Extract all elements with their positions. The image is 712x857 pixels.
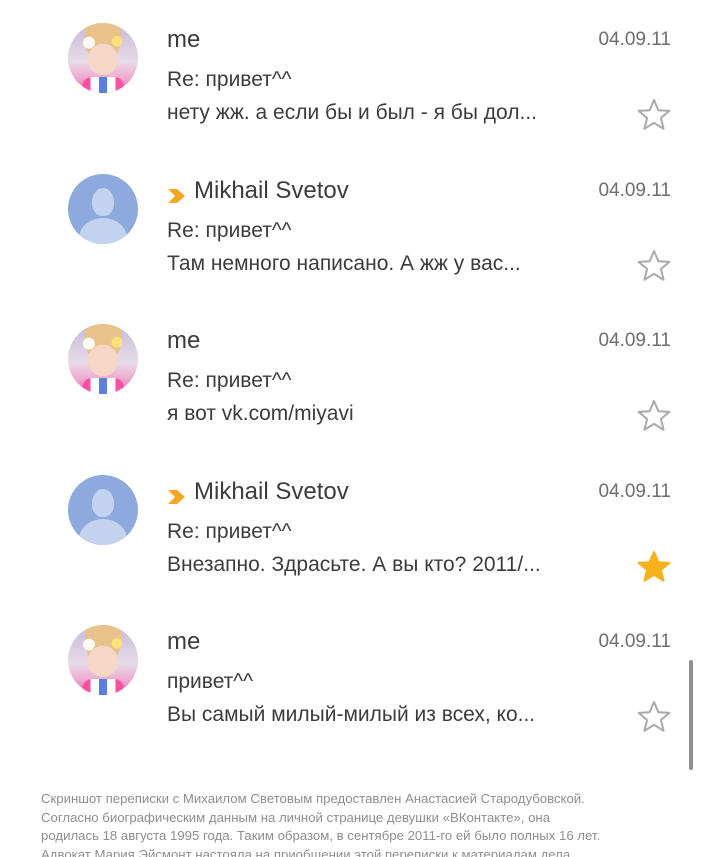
avatar-photo-detail [82, 378, 124, 394]
message-row[interactable]: Mikhail Svetov 04.09.11 Re: привет^^ Внезап… [0, 452, 712, 602]
star-filled-icon[interactable] [637, 550, 671, 584]
message-preview: Вы самый милый-милый из всех, ко... [167, 703, 536, 726]
sender-name: Mikhail Svetov [167, 478, 349, 506]
message-date: 04.09.11 [598, 180, 671, 201]
person-head-icon [92, 188, 114, 216]
message-preview: Внезапно. Здрасьте. А вы кто? 2011/... [167, 553, 541, 576]
avatar [68, 324, 138, 394]
star-outline-icon[interactable] [637, 399, 671, 433]
message-row[interactable]: me 04.09.11 Re: привет^^ нету жж. а если бы… [0, 0, 712, 150]
forward-icon [167, 484, 186, 504]
message-subject: Re: привет^^ [167, 520, 292, 543]
message-subject: Re: привет^^ [167, 369, 292, 392]
sender-label: me [167, 628, 201, 655]
avatar [68, 23, 138, 93]
caption-line: Скриншот переписки с Михаилом Световым п… [41, 791, 585, 806]
sender-name: me [167, 327, 200, 355]
star-outline-icon[interactable] [637, 249, 671, 283]
avatar [68, 475, 138, 545]
scrollbar[interactable] [689, 660, 693, 770]
message-preview: Там немного написано. А жж у вас... [167, 252, 521, 275]
avatar [68, 174, 138, 244]
person-body-icon [79, 218, 127, 244]
message-subject: Re: привет^^ [167, 68, 292, 91]
message-row[interactable]: Mikhail Svetov 04.09.11 Re: привет^^ Там не… [0, 151, 712, 301]
sender-label: Mikhail Svetov [194, 478, 349, 505]
message-preview: я вот vk.com/miyavi [167, 402, 354, 425]
avatar-photo-detail [82, 679, 124, 695]
message-subject: привет^^ [167, 670, 254, 693]
sender-label: Mikhail Svetov [194, 177, 349, 204]
forward-icon [167, 183, 186, 203]
sender-label: me [167, 26, 201, 53]
avatar [68, 625, 138, 695]
star-outline-icon[interactable] [637, 98, 671, 132]
message-date: 04.09.11 [598, 481, 671, 502]
message-date: 04.09.11 [598, 330, 671, 351]
message-preview: нету жж. а если бы и был - я бы дол... [167, 101, 537, 124]
sender-name: Mikhail Svetov [167, 177, 349, 205]
sender-name: me [167, 26, 200, 54]
caption-line: Адвокат Мария Эйсмонт настояла на приобщ… [41, 846, 571, 857]
message-subject: Re: привет^^ [167, 219, 292, 242]
sender-name: me [167, 628, 200, 656]
message-row[interactable]: me 04.09.11 привет^^ Вы самый милый-милый и… [0, 602, 712, 752]
message-date: 04.09.11 [598, 29, 671, 50]
person-head-icon [92, 489, 114, 517]
caption-line: Согласно биографическим данным на личной… [41, 809, 551, 825]
message-list: me 04.09.11 Re: привет^^ нету жж. а если бы… [0, 0, 712, 780]
avatar-photo-detail [82, 77, 124, 93]
message-row[interactable]: me 04.09.11 Re: привет^^ я вот vk.com/miyav… [0, 301, 712, 451]
caption-line: родилась 18 августа 1995 года. Таким обр… [41, 828, 601, 843]
sender-label: me [167, 327, 201, 354]
message-date: 04.09.11 [598, 631, 671, 652]
star-outline-icon[interactable] [637, 700, 671, 734]
person-body-icon [79, 519, 127, 545]
screenshot-caption: Скриншот переписки с Михаилом Световым п… [41, 790, 706, 857]
